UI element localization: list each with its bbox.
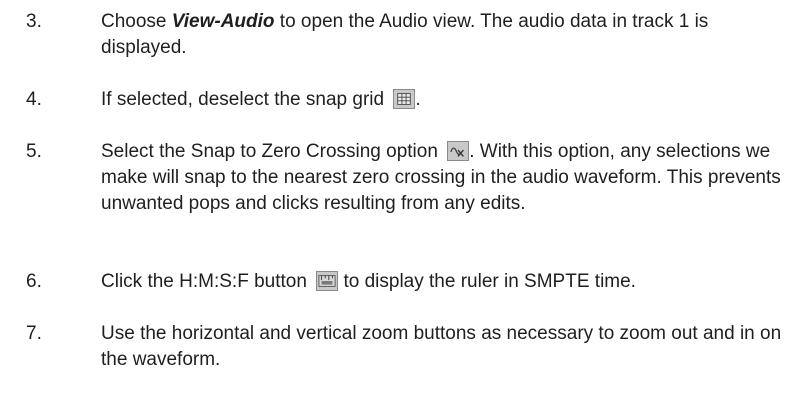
- step-number: 6.: [26, 271, 42, 292]
- step-text: Select the Snap to Zero Crossing option …: [101, 139, 791, 217]
- step-text-start: Click the H:M:S:F button: [101, 271, 313, 292]
- step-number: 4.: [26, 89, 42, 110]
- step-number: 5.: [26, 141, 42, 162]
- step-number: 7.: [26, 323, 42, 344]
- step-text-start: Use the horizontal and vertical zoom but…: [101, 323, 782, 370]
- menu-command-emphasis: View-Audio: [171, 11, 275, 32]
- step-text: If selected, deselect the snap grid .: [101, 87, 791, 113]
- step-text: Click the H:M:S:F button to display the …: [101, 269, 791, 295]
- step-text-start: Choose: [101, 11, 172, 32]
- step-text: Use the horizontal and vertical zoom but…: [101, 321, 791, 373]
- snap-grid-icon: [393, 89, 416, 109]
- hmsf-ruler-icon: [316, 271, 339, 291]
- step-text-end: .: [415, 89, 421, 110]
- step-text-end: to display the ruler in SMPTE time.: [338, 271, 636, 292]
- zero-crossing-icon: [447, 141, 470, 161]
- step-text: Choose View-Audio to open the Audio view…: [101, 9, 791, 61]
- instruction-list: 3. Choose View-Audio to open the Audio v…: [0, 0, 797, 394]
- step-text-start: Select the Snap to Zero Crossing option: [101, 141, 444, 162]
- step-text-start: If selected, deselect the snap grid: [101, 89, 390, 110]
- step-number: 3.: [26, 11, 42, 32]
